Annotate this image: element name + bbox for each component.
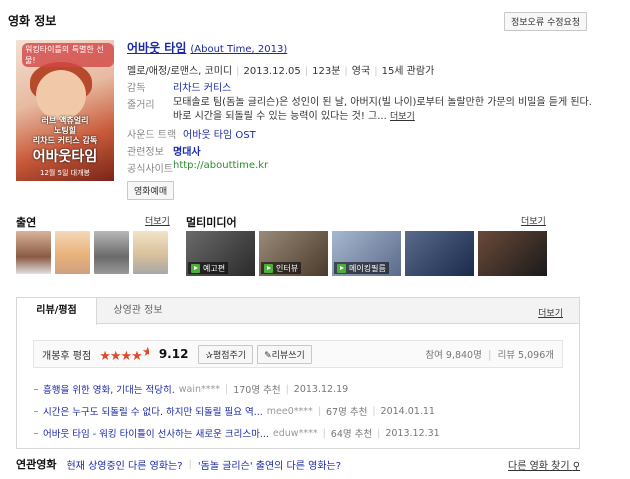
review-title-link[interactable]: 어바웃 타임 - 워킹 타이틀이 선사하는 새로운 크리스마... (43, 426, 269, 440)
cast-title: 출연 (16, 216, 37, 229)
star-rating: ★★★★★ (99, 344, 149, 364)
poster-caption: 노팅힐 (53, 126, 77, 135)
actor-photo[interactable] (133, 231, 168, 274)
photo-thumbnail[interactable] (405, 231, 474, 276)
movie-title-link[interactable]: 어바웃 타임 (About Time, 2013) (127, 39, 287, 56)
plot-label: 줄거리 (127, 100, 155, 111)
play-icon (264, 263, 273, 273)
review-title-link[interactable]: 흥행을 위한 영화, 기대는 적당히. (43, 382, 175, 396)
video-label: 예고편 (203, 263, 226, 273)
official-site-label: 공식사이트 (127, 164, 173, 175)
multimedia-list: 예고편 인터뷰 메이킹필름 (186, 231, 547, 276)
plot-text: 모태솔로 팀(돔놀 글리슨)은 성인이 된 날, 아버지(빌 나이)로부터 놀랄… (173, 97, 592, 122)
related-info-label: 관련정보 (127, 147, 164, 158)
review-recommend: 64명 추천 (330, 429, 373, 440)
section-title-movie-info: 영화 정보 (8, 14, 57, 28)
report-error-button[interactable]: 정보오류 수정요청 (504, 12, 588, 31)
review-date: 2013.12.19 (293, 383, 349, 395)
country: 영국 (351, 66, 371, 77)
director-row: 감독 리차드 커티스 (127, 79, 231, 94)
poster-face-shape (36, 70, 86, 120)
play-badge: 예고편 (188, 262, 229, 274)
participant-count: 참여 9,840명 (425, 350, 482, 361)
poster-tag: 워킹타이틀의 특별한 선물! (22, 43, 114, 67)
age-rating: 15세 관람가 (381, 66, 435, 77)
director-link[interactable]: 리차드 커티스 (173, 79, 231, 94)
poster-date: 12월 5일 대개봉 (39, 169, 90, 177)
actor-photo[interactable] (94, 231, 129, 274)
reviews-more-link[interactable]: 더보기 (538, 306, 563, 319)
video-thumbnail[interactable]: 메이킹필름 (332, 231, 401, 276)
plot-more-link[interactable]: 더보기 (390, 112, 415, 122)
review-title-link[interactable]: 시간은 누구도 되돌릴 수 없다. 하지만 되돌릴 필요 역... (43, 404, 263, 418)
play-icon (191, 263, 200, 273)
video-thumbnail[interactable]: 인터뷰 (259, 231, 328, 276)
actor-photo[interactable] (16, 231, 51, 274)
plot-row: 줄거리 모태솔로 팀(돔놀 글리슨)은 성인이 된 날, 아버지(빌 나이)로부… (127, 96, 592, 124)
official-site-row: 공식사이트 http://abouttime.kr (127, 160, 268, 175)
video-thumbnail[interactable]: 예고편 (186, 231, 255, 276)
play-badge: 인터뷰 (261, 262, 302, 274)
review-date: 2013.12.31 (385, 427, 440, 439)
review-tab-bar: 리뷰/평점 상영관 정보 더보기 (17, 298, 579, 325)
play-icon (337, 263, 346, 273)
related-movies-title: 연관영화 (16, 458, 57, 471)
booking-button[interactable]: 영화예매 (127, 181, 175, 200)
movie-meta: 멜로/애정/로맨스, 코미디 | 2013.12.05 | 123분 | 영국 | 15세 관람… (127, 66, 435, 77)
cast-more-link[interactable]: 더보기 (145, 214, 170, 227)
cast-list (16, 231, 168, 274)
director-label: 감독 (127, 83, 146, 94)
review-user: mee0**** (266, 405, 313, 417)
release-date: 2013.12.05 (243, 66, 301, 77)
ost-link[interactable]: 어바웃 타임 OST (183, 126, 256, 141)
magnifier-icon: ⚲ (572, 461, 581, 472)
find-other-movies-link[interactable]: 다른 영화 찾기 ⚲ (508, 457, 580, 472)
multimedia-title: 멀티미디어 (186, 216, 237, 229)
video-label: 메이킹필름 (349, 263, 386, 273)
review-user: eduw**** (272, 427, 318, 439)
review-list: 흥행을 위한 영화, 기대는 적당히. wain**** | 170명 추천 | 2013… (34, 378, 440, 444)
movie-poster[interactable]: 워킹타이틀의 특별한 선물! 러브 액츄얼리 노팅힐 리차드 커티스 감독 어바… (16, 40, 114, 181)
review-recommend: 67명 추천 (325, 407, 368, 418)
ost-row: 사운드 트랙 어바웃 타임 OST (127, 126, 256, 141)
score-label: 개봉후 평점 (42, 350, 92, 362)
score-value: 9.12 (158, 347, 189, 361)
actor-movies-link[interactable]: '돔놀 글리슨' 출연의 다른 영화는? (198, 457, 341, 472)
tab-reviews[interactable]: 리뷰/평점 (17, 298, 97, 325)
list-item[interactable]: 시간은 누구도 되돌릴 수 없다. 하지만 되돌릴 필요 역... mee0***… (34, 400, 440, 422)
related-info-row: 관련정보 명대사 (127, 143, 201, 158)
review-panel: 리뷰/평점 상영관 정보 더보기 개봉후 평점 ★★★★★ 9.12 ✰평점주기… (16, 297, 580, 449)
review-count: 리뷰 5,096개 (497, 350, 554, 361)
multimedia-more-link[interactable]: 더보기 (521, 214, 546, 227)
poster-caption: 러브 액츄얼리 (41, 116, 89, 125)
actor-photo[interactable] (55, 231, 90, 274)
runtime: 123분 (312, 66, 341, 77)
poster-title: 어바웃타임 (32, 149, 98, 165)
review-user: wain**** (178, 383, 221, 395)
official-site-link[interactable]: http://abouttime.kr (173, 160, 268, 175)
movie-original-title: (About Time, 2013) (190, 44, 288, 55)
review-date: 2014.01.11 (380, 405, 435, 417)
rating-summary: 개봉후 평점 ★★★★★ 9.12 ✰평점주기 ✎리뷰쓰기 참여 9,840명 … (33, 340, 563, 368)
movie-title: 어바웃 타임 (127, 41, 187, 55)
list-item[interactable]: 흥행을 위한 영화, 기대는 적당히. wain**** | 170명 추천 | 2013… (34, 378, 440, 400)
rate-button[interactable]: ✰평점주기 (198, 344, 254, 364)
tab-theater-info[interactable]: 상영관 정보 (97, 298, 179, 324)
ost-label: 사운드 트랙 (127, 130, 177, 141)
poster-caption: 리차드 커티스 감독 (32, 136, 98, 145)
genre: 멜로/애정/로맨스, 코미디 (127, 66, 233, 77)
photo-thumbnail[interactable] (478, 231, 547, 276)
review-recommend: 170명 추천 (233, 385, 281, 396)
play-badge: 메이킹필름 (334, 262, 389, 274)
now-playing-link[interactable]: 현재 상영중인 다른 영화는? (66, 457, 182, 472)
list-item[interactable]: 어바웃 타임 - 워킹 타이틀이 선사하는 새로운 크리스마... eduw***… (34, 422, 440, 444)
write-review-button[interactable]: ✎리뷰쓰기 (257, 344, 312, 364)
video-label: 인터뷰 (276, 263, 299, 273)
related-movies-row: 연관영화 현재 상영중인 다른 영화는? | '돔놀 글리슨' 출연의 다른 영… (16, 457, 342, 472)
famous-lines-link[interactable]: 명대사 (173, 143, 201, 158)
